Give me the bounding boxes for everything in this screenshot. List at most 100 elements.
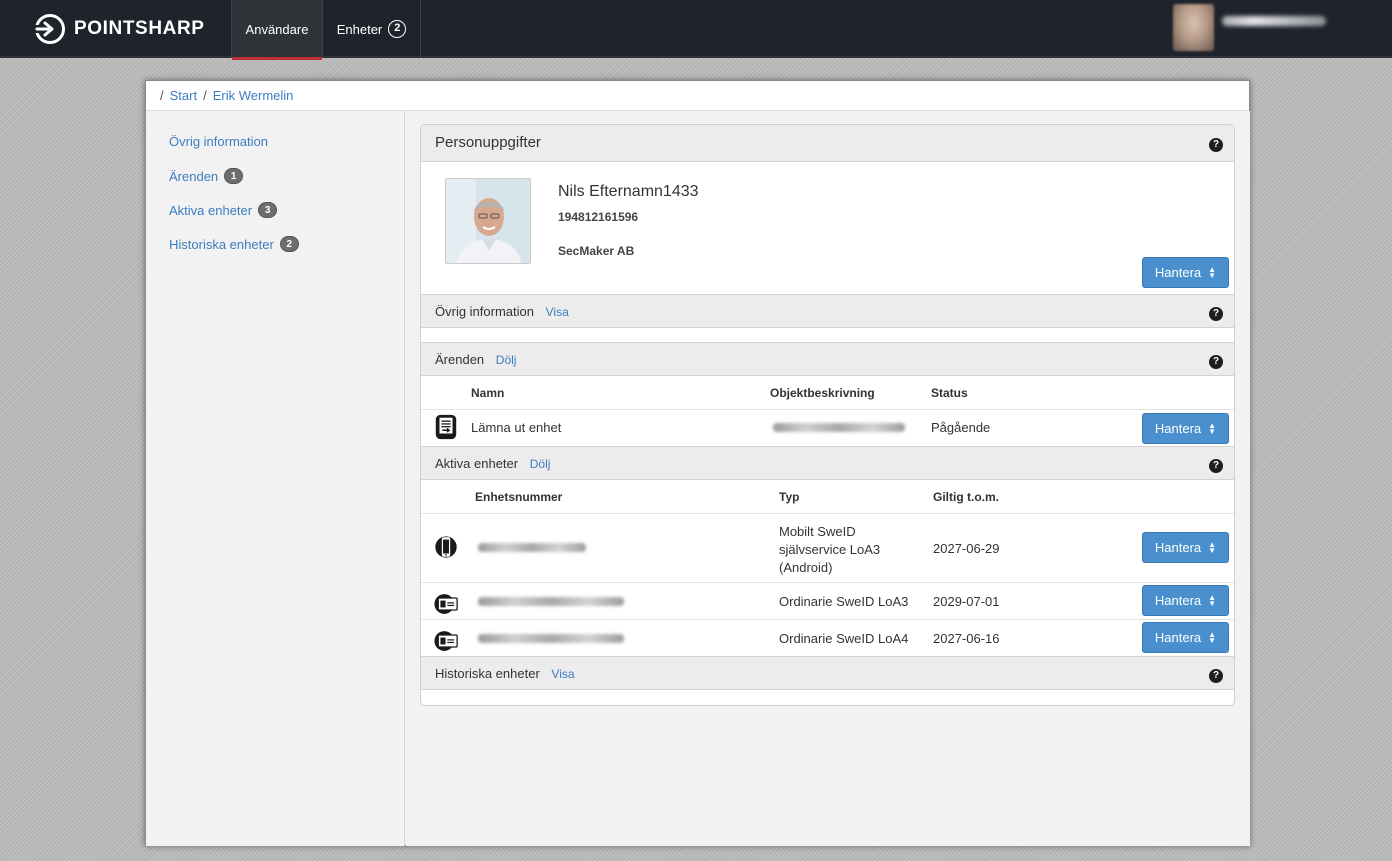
person-name: Nils Efternamn1433 [558, 183, 699, 200]
sidebar-item-label: Historiska enheter [169, 236, 274, 252]
divider [421, 582, 1234, 583]
section-title: Ärenden Dölj [435, 352, 516, 367]
button-label: Hantera [1154, 540, 1202, 555]
button-label: Hantera [1154, 265, 1202, 280]
smart-card-icon [434, 594, 458, 614]
section-title-text: Ärenden [435, 352, 485, 367]
sidebar-item-label: Aktiva enheter [169, 202, 253, 218]
breadcrumb-start[interactable]: Start [170, 88, 197, 103]
object-description-redacted [773, 423, 905, 432]
help-icon[interactable]: ? [1209, 355, 1223, 369]
tab-count-badge: 2 [388, 20, 407, 38]
panel-title: Personuppgifter [435, 134, 541, 151]
section-aktiva-enheter: Aktiva enheter Dölj ? [421, 446, 1234, 480]
device-type: Ordinarie SweID LoA4 [779, 631, 909, 646]
section-title: Aktiva enheter Dölj [435, 456, 550, 471]
panel-header: Personuppgifter ? [421, 125, 1234, 162]
section-title: Historiska enheter Visa [435, 666, 575, 681]
count-badge: 2 [279, 236, 299, 252]
sidebar: Övrig information Ärenden 1 Aktiva enhet… [146, 111, 405, 846]
column-header-objektbeskrivning: Objektbeskrivning [770, 386, 875, 400]
section-historiska-enheter: Historiska enheter Visa ? [421, 656, 1234, 690]
section-arenden: Ärenden Dölj ? [421, 342, 1234, 376]
tab-label: Användare [245, 21, 309, 37]
case-manage-button[interactable]: Hantera ▲ ▼ [1142, 413, 1229, 444]
visa-toggle-link[interactable]: Visa [546, 305, 569, 319]
case-name: Lämna ut enhet [471, 420, 562, 435]
dolj-toggle-link[interactable]: Dölj [530, 457, 551, 471]
column-header-namn: Namn [471, 386, 505, 400]
count-badge: 3 [258, 202, 278, 218]
content-area: Personuppgifter ? Nils Efternamn1433 194… [406, 111, 1250, 846]
tab-anvandare[interactable]: Användare [231, 0, 322, 60]
section-title-text: Övrig information [435, 304, 534, 319]
device-type: Ordinarie SweID LoA3 [779, 594, 909, 609]
breadcrumb-current-user[interactable]: Erik Wermelin [213, 88, 294, 103]
device-valid-until: 2027-06-29 [933, 541, 1000, 556]
device-number-redacted [478, 597, 624, 606]
device-number-redacted [478, 634, 624, 643]
section-title-text: Historiska enheter [435, 666, 540, 681]
tab-enheter[interactable]: Enheter 2 [322, 0, 421, 58]
main-container: / Start / Erik Wermelin Övrig informatio… [145, 80, 1250, 846]
button-label: Hantera [1154, 593, 1202, 608]
help-icon[interactable]: ? [1209, 669, 1223, 683]
brand[interactable]: POINTSHARP [34, 13, 205, 45]
sidebar-item-ovrig-information[interactable]: Övrig information [169, 131, 268, 151]
sidebar-item-label: Ärenden [169, 168, 219, 184]
case-status: Pågående [931, 420, 991, 435]
avatar [1173, 4, 1214, 51]
sort-caret-icon: ▲ ▼ [1208, 629, 1217, 645]
help-icon[interactable]: ? [1209, 459, 1223, 473]
person-panel: Personuppgifter ? Nils Efternamn1433 194… [420, 124, 1235, 706]
count-badge: 1 [224, 168, 244, 184]
sidebar-item-historiska-enheter[interactable]: Historiska enheter 2 [169, 234, 299, 254]
breadcrumb-separator: / [203, 88, 207, 103]
user-name-redacted [1222, 16, 1326, 26]
smart-card-icon [434, 631, 458, 651]
help-icon[interactable]: ? [1209, 307, 1223, 321]
organization: SecMaker AB [558, 244, 635, 258]
button-label: Hantera [1154, 630, 1202, 645]
section-title: Övrig information Visa [435, 304, 569, 319]
pointsharp-logo-icon [34, 14, 65, 44]
person-manage-button[interactable]: Hantera ▲ ▼ [1142, 257, 1229, 288]
sort-caret-icon: ▲ ▼ [1208, 539, 1217, 555]
button-label: Hantera [1154, 421, 1202, 436]
tab-label: Enheter [336, 21, 383, 37]
person-photo [445, 178, 531, 264]
sidebar-item-aktiva-enheter[interactable]: Aktiva enheter 3 [169, 200, 278, 220]
column-header-status: Status [931, 386, 968, 400]
mobile-phone-icon [435, 536, 457, 558]
column-header-giltig: Giltig t.o.m. [933, 490, 999, 504]
document-export-icon [435, 414, 457, 440]
sort-caret-icon: ▲ ▼ [1208, 264, 1217, 280]
section-ovrig-information: Övrig information Visa ? [421, 294, 1234, 328]
breadcrumb: / Start / Erik Wermelin [146, 81, 1249, 111]
breadcrumb-separator: / [160, 88, 164, 103]
device-valid-until: 2027-06-16 [933, 631, 1000, 646]
dolj-toggle-link[interactable]: Dölj [496, 353, 517, 367]
device-valid-until: 2029-07-01 [933, 594, 1000, 609]
sort-caret-icon: ▲ ▼ [1208, 592, 1217, 608]
visa-toggle-link[interactable]: Visa [551, 667, 574, 681]
sidebar-item-arenden[interactable]: Ärenden 1 [169, 166, 244, 186]
section-title-text: Aktiva enheter [435, 456, 519, 471]
user-menu[interactable] [1173, 4, 1326, 52]
device-number-redacted [478, 543, 586, 552]
column-header-typ: Typ [779, 490, 800, 504]
device-manage-button[interactable]: Hantera ▲ ▼ [1142, 622, 1229, 653]
column-header-enhetsnummer: Enhetsnummer [475, 490, 563, 504]
device-manage-button[interactable]: Hantera ▲ ▼ [1142, 532, 1229, 563]
help-icon[interactable]: ? [1209, 138, 1223, 152]
personal-number: 194812161596 [558, 210, 639, 224]
device-manage-button[interactable]: Hantera ▲ ▼ [1142, 585, 1229, 616]
divider [421, 619, 1234, 620]
top-navbar: POINTSHARP Användare Enheter 2 [0, 0, 1392, 60]
person-photo-image [446, 179, 530, 263]
divider [421, 409, 1234, 410]
divider [421, 513, 1234, 514]
sidebar-item-label: Övrig information [169, 133, 268, 149]
brand-name: POINTSHARP [74, 18, 205, 39]
device-type: Mobilt SweID självservice LoA3 (Android) [779, 524, 881, 575]
